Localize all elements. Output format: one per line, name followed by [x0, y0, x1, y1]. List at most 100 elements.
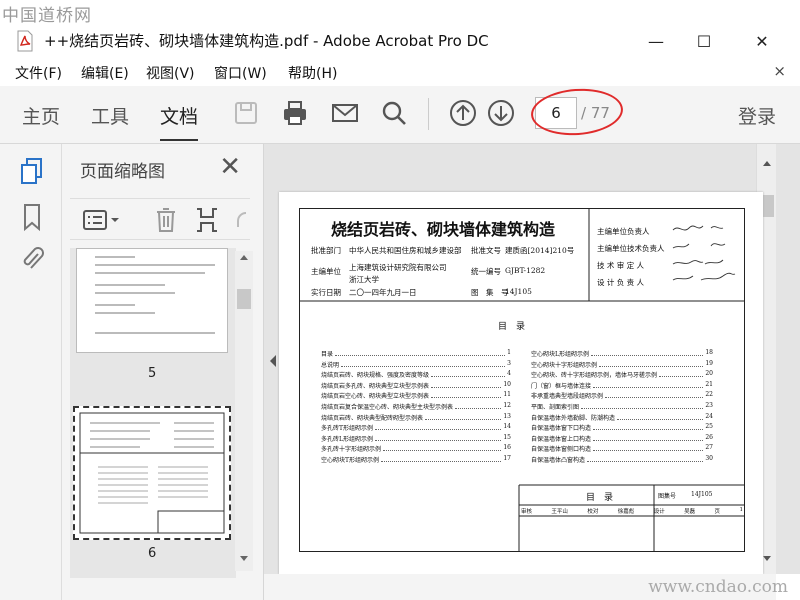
- toc-entry-title: 非承重墙典型墙段组砌示例: [531, 393, 604, 401]
- toc-entry: 自保温墙体外墙勒脚、防潮构造 24: [531, 413, 713, 423]
- toc-leader: [381, 455, 502, 462]
- code-label: 统一编号: [471, 267, 501, 276]
- window-title: ++烧结页岩砖、砌块墙体建筑构造.pdf - Adobe Acrobat Pro…: [44, 32, 489, 50]
- maximize-button[interactable]: ☐: [684, 28, 724, 54]
- menu-window[interactable]: 窗口(W): [214, 63, 267, 83]
- menu-file[interactable]: 文件(F): [15, 63, 62, 83]
- toc-leader: [375, 434, 502, 441]
- thumbnail-list: 5 6: [70, 248, 236, 578]
- bookmark-icon[interactable]: [18, 202, 46, 232]
- toc-entry-title: 目录: [321, 351, 334, 358]
- titleblock-cell: 吴磊: [684, 509, 696, 515]
- toc-entry-title: 烧结页岩空心砖、砌块典型立块型示例表: [321, 393, 430, 401]
- page-thumbnails-icon[interactable]: [18, 156, 46, 186]
- thumbnail-scrollbar[interactable]: [235, 251, 253, 571]
- thumbnail-page-6[interactable]: [73, 406, 231, 540]
- toc-entry-page: 22: [705, 391, 713, 399]
- titleblock-label: 目 录: [586, 493, 614, 503]
- toc-entry-page: 25: [705, 423, 713, 431]
- save-icon[interactable]: [231, 98, 261, 128]
- next-page-icon[interactable]: [486, 98, 516, 128]
- toc-entry-page: 16: [503, 444, 511, 452]
- date: 二〇一四年九月一日: [349, 288, 417, 297]
- scroll-left-icon[interactable]: [268, 354, 278, 368]
- toc-entry: 非承重墙典型墙段组砌示例 22: [531, 391, 713, 401]
- menu-bar: 文件(F) 编辑(E) 视图(V) 窗口(W) 帮助(H) ×: [0, 60, 800, 86]
- thumbnail-page-6-content: [79, 412, 225, 534]
- toc-leader: [455, 402, 502, 409]
- close-window-button[interactable]: ✕: [742, 28, 782, 54]
- toc-entry-title: 多孔砖T形组砌示例: [321, 425, 374, 433]
- login-button[interactable]: 登录: [738, 102, 776, 129]
- titleblock-atlas-label: 图集号: [658, 493, 677, 500]
- toc-leader: [431, 391, 502, 399]
- sign-row-4: 设 计 负 责 人: [597, 278, 645, 287]
- toc-entry: 多孔砖十字形组砌示例 16: [321, 444, 511, 454]
- approval-dept-label: 批准部门: [311, 246, 341, 255]
- main-toolbar: 主页 工具 文档 6 / 77 登录: [0, 85, 800, 144]
- toc-entry-title: 总说明: [321, 361, 340, 369]
- toc-entry: 门（窗）框与墙体连接 21: [531, 381, 713, 391]
- editor-label: 主编单位: [311, 267, 341, 276]
- toc-entry: 烧结页岩多孔砖、砌块典型立块型示例表 10: [321, 381, 511, 391]
- titleblock-cell: 徐嘉彪: [617, 509, 635, 515]
- toc-entry-title: 烧结页岩复合保温空心砖、砌块典型主块型示例表: [321, 404, 454, 411]
- toc-leader: [341, 360, 506, 367]
- close-document-button[interactable]: ×: [773, 62, 786, 80]
- delete-page-icon[interactable]: [154, 206, 178, 234]
- toc-entry: 空心砌块十字形组砌示例 19: [531, 360, 713, 370]
- tab-document[interactable]: 文档: [160, 102, 199, 141]
- toc-entry-page: 19: [705, 359, 713, 367]
- page-thumbnails-panel: 页面缩略图 ✕ 5 6: [62, 144, 264, 600]
- toc-entry-page: 15: [503, 433, 511, 441]
- thumbnail-scrollbar-graphic: [237, 255, 251, 561]
- toolbar-separator: [428, 98, 429, 130]
- tab-home[interactable]: 主页: [22, 102, 60, 129]
- approval-dept: 中华人民共和国住房和城乡建设部: [349, 246, 462, 255]
- thumbnail-label-5: 5: [148, 366, 157, 381]
- toc-entry: 自保温墙体窗侧口构造 27: [531, 444, 713, 454]
- approval-no-label: 批准文号: [471, 246, 501, 255]
- titleblock-cell: 1: [739, 507, 743, 513]
- toc-entry-title: 多孔砖L形组砌示例: [321, 435, 373, 443]
- toc-entry: 多孔砖L形组砌示例 15: [321, 434, 511, 444]
- rotate-page-icon[interactable]: [232, 207, 248, 233]
- toc-entry: 烧结页岩复合保温空心砖、砌块典型主块型示例表 12: [321, 402, 511, 412]
- thumbnail-page-5[interactable]: [76, 248, 228, 353]
- date-label: 实行日期: [311, 288, 341, 297]
- acrobat-app-icon: [17, 30, 33, 52]
- toc-entry: 烧结页岩空心砖、砌块典型立块型示例表 11: [321, 391, 511, 401]
- extract-page-icon[interactable]: [194, 206, 220, 234]
- atlas: 14J105: [505, 287, 532, 296]
- toc-entry: 烧结页岩砖、砌块典型配砖砌型示例表 13: [321, 413, 511, 423]
- toc-leader: [659, 370, 704, 378]
- toc-entry: 空心砌块L形组砌示例 18: [531, 349, 713, 359]
- tab-tools[interactable]: 工具: [91, 102, 129, 129]
- toc-leader: [593, 423, 704, 431]
- thumbnail-page-5-content: [95, 256, 215, 334]
- toc-entry-page: 14: [503, 423, 511, 431]
- panel-title: 页面缩略图: [80, 162, 165, 182]
- titleblock-cell: 审核: [521, 509, 533, 515]
- toc-entry: 总说明 3: [321, 360, 511, 370]
- toc-leader: [605, 391, 704, 399]
- acrobat-window: 中国道桥网 ++烧结页岩砖、砌块墙体建筑构造.pdf - Adobe Acrob…: [0, 0, 800, 600]
- menu-view[interactable]: 视图(V): [146, 63, 195, 83]
- toc-entry-page: 20: [705, 370, 713, 378]
- panel-close-button[interactable]: ✕: [219, 152, 241, 182]
- red-highlight-oval: [529, 85, 625, 139]
- mail-icon[interactable]: [330, 98, 360, 128]
- thumbnail-options-icon[interactable]: [82, 209, 124, 231]
- menu-help[interactable]: 帮助(H): [288, 63, 337, 83]
- minimize-button[interactable]: —: [636, 28, 676, 54]
- toc-leader: [375, 423, 502, 431]
- watermark-top: 中国道桥网: [2, 6, 92, 26]
- toc-leader: [599, 360, 704, 367]
- toc-entry-title: 烧结页岩砖、砌块规格、强度及密度等级: [321, 372, 430, 380]
- toc-leader: [617, 413, 704, 420]
- search-icon[interactable]: [379, 98, 409, 128]
- print-icon[interactable]: [280, 98, 310, 128]
- menu-edit[interactable]: 编辑(E): [81, 63, 129, 83]
- previous-page-icon[interactable]: [448, 98, 478, 128]
- attachment-icon[interactable]: [18, 245, 46, 275]
